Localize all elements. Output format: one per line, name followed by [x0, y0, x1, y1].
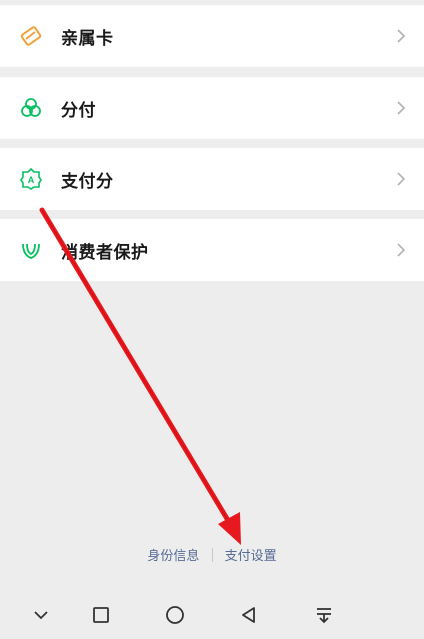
- footer-links: 身份信息 支付设置: [0, 545, 424, 564]
- divider: [211, 547, 213, 562]
- chevron-right-icon: [394, 26, 408, 46]
- pay-settings-link[interactable]: 支付设置: [225, 545, 277, 564]
- family-card-icon: [20, 25, 42, 47]
- chevron-right-icon: [394, 169, 408, 189]
- menu-item-family-card[interactable]: 亲属卡: [0, 5, 424, 67]
- notification-pull-icon[interactable]: [311, 602, 337, 628]
- menu-item-payscore[interactable]: A 支付分: [0, 148, 424, 210]
- menu-item-fenfu[interactable]: 分付: [0, 77, 424, 139]
- system-navbar: [0, 590, 424, 639]
- circle-icon[interactable]: [162, 602, 188, 628]
- menu-item-label: 亲属卡: [61, 28, 114, 49]
- chevron-down-icon[interactable]: [28, 602, 54, 628]
- menu-item-consumer-protection[interactable]: 消费者保护: [0, 219, 424, 281]
- back-triangle-icon[interactable]: [236, 602, 262, 628]
- consumer-protection-icon: [20, 239, 42, 261]
- fenfu-icon: [20, 97, 42, 119]
- menu-item-label: 消费者保护: [61, 242, 149, 263]
- square-icon[interactable]: [88, 602, 114, 628]
- payscore-icon: A: [20, 168, 42, 190]
- svg-text:A: A: [28, 175, 35, 185]
- menu-item-label: 分付: [61, 100, 96, 121]
- identity-info-link[interactable]: 身份信息: [147, 545, 199, 564]
- menu-item-label: 支付分: [61, 171, 114, 192]
- chevron-right-icon: [394, 240, 408, 260]
- chevron-right-icon: [394, 98, 408, 118]
